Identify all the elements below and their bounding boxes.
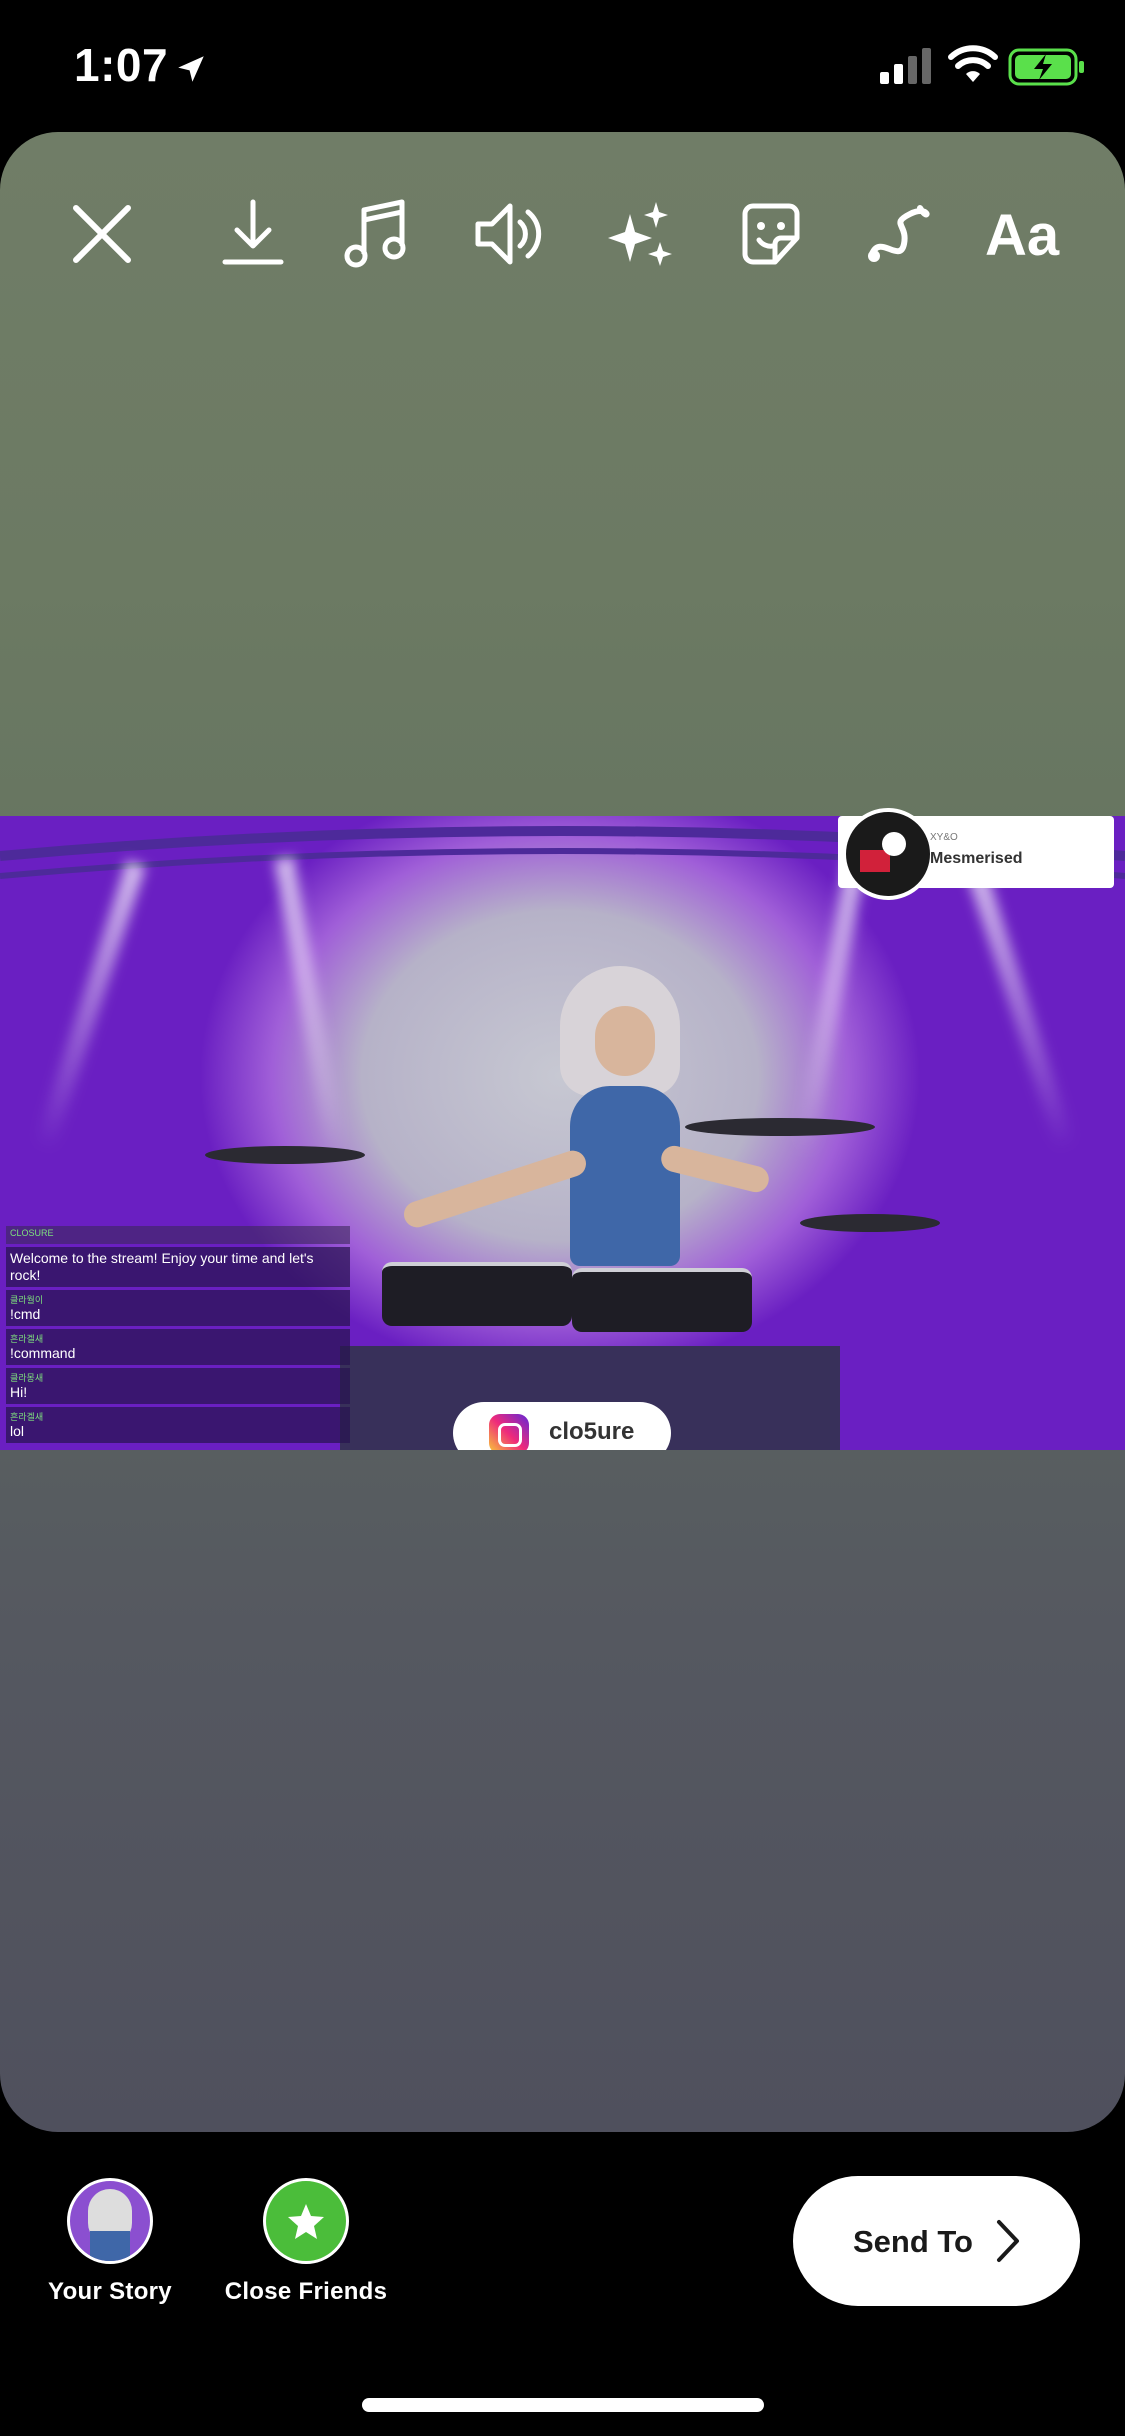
chat-message-text: lol <box>10 1423 25 1439</box>
sticker-icon[interactable] <box>731 194 811 274</box>
text-tool-icon[interactable]: Aa <box>985 202 1059 269</box>
send-to-label: Send To <box>853 2224 973 2259</box>
instagram-handle-badge: clo5ure <box>453 1402 671 1450</box>
your-story-button[interactable]: Your Story <box>10 2178 210 2306</box>
instagram-logo-icon <box>489 1414 529 1450</box>
avatar-shirt <box>90 2231 130 2261</box>
shared-stream-image[interactable]: CLOSURE Welcome to the stream! Enjoy you… <box>0 816 1125 1450</box>
drummer-face <box>595 1006 655 1076</box>
chat-message-text: !command <box>10 1345 76 1361</box>
chat-username: 클라월이 <box>10 1295 44 1305</box>
chat-message-text: Hi! <box>10 1384 28 1400</box>
chat-message: 클라몽새 Hi! <box>6 1368 350 1404</box>
now-playing-title: Mesmerised <box>930 850 1023 867</box>
chat-message: 흔라겔새 !command <box>6 1329 350 1365</box>
chat-username: 흔라겔새 <box>10 1334 44 1344</box>
status-time: 1:07 <box>74 39 169 91</box>
download-icon[interactable] <box>213 194 293 274</box>
instagram-handle: clo5ure <box>549 1418 635 1445</box>
drummer-arm <box>400 1147 590 1231</box>
wifi-icon <box>948 45 998 82</box>
stage-light <box>964 860 1076 1152</box>
cymbal <box>205 1146 365 1164</box>
chat-message-text: !cmd <box>10 1306 41 1322</box>
chevron-right-icon <box>997 2220 1019 2262</box>
chat-message: Welcome to the stream! Enjoy your time a… <box>6 1247 350 1287</box>
chat-username: 흔라겔새 <box>10 1412 44 1422</box>
chat-message-text: Welcome to the stream! Enjoy your time a… <box>10 1250 314 1283</box>
now-playing-artist: XY&O <box>930 832 958 843</box>
stage-light <box>794 856 866 1156</box>
stream-chat-overlay: CLOSURE Welcome to the stream! Enjoy you… <box>6 1226 350 1443</box>
album-art-icon <box>842 808 934 900</box>
close-friends-label: Close Friends <box>224 2278 388 2305</box>
music-icon[interactable] <box>338 194 418 274</box>
stage-light <box>274 856 346 1156</box>
close-icon[interactable] <box>62 194 142 274</box>
stage-light <box>34 860 146 1152</box>
drum <box>572 1268 752 1332</box>
chat-channel-tag: CLOSURE <box>10 1228 54 1238</box>
chat-message: 클라월이 !cmd <box>6 1290 350 1326</box>
close-friends-button[interactable]: Close Friends <box>206 2178 406 2306</box>
cymbal <box>800 1214 940 1232</box>
location-arrow-icon <box>178 56 204 82</box>
home-indicator[interactable] <box>362 2398 764 2412</box>
drummer-body <box>570 1086 680 1266</box>
close-friends-avatar <box>263 2178 349 2264</box>
drum <box>382 1262 572 1326</box>
story-canvas[interactable]: Aa CLOSURE Welcome to the stream! Enjoy … <box>0 132 1125 2132</box>
star-icon <box>288 2204 324 2239</box>
send-to-button[interactable]: Send To <box>793 2176 1080 2306</box>
your-story-label: Your Story <box>48 2278 172 2305</box>
cellular-signal-icon <box>880 48 931 84</box>
effects-sparkle-icon[interactable] <box>600 194 680 274</box>
chat-username: 클라몽새 <box>10 1373 44 1383</box>
sound-icon[interactable] <box>468 194 548 274</box>
battery-charging-icon <box>1008 48 1084 86</box>
chat-message: 흔라겔새 lol <box>6 1407 350 1443</box>
draw-scribble-icon[interactable] <box>860 194 940 274</box>
avatar <box>67 2178 153 2264</box>
cymbal <box>685 1118 875 1136</box>
chat-header: CLOSURE <box>6 1226 350 1244</box>
